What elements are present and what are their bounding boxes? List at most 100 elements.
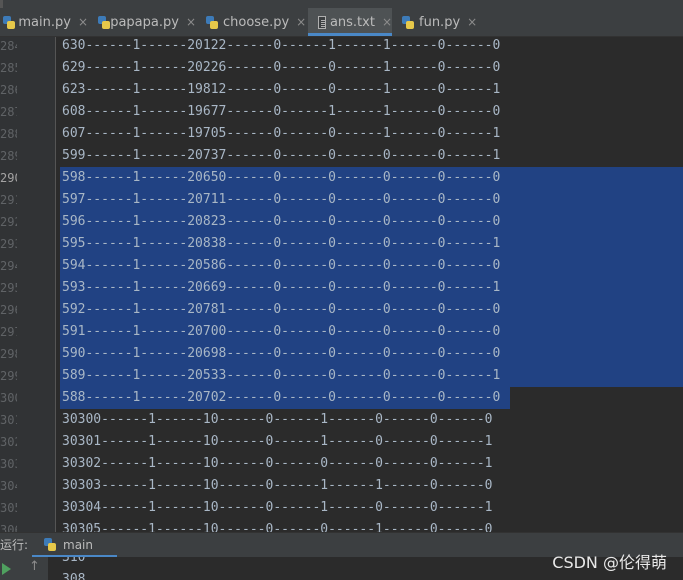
tab-ans-txt[interactable]: ans.txt × [308,8,392,36]
line-text: 599------1------20737------0------0-----… [62,148,501,163]
selected-text-line[interactable]: 299 589------1------20533------0------0--… [0,365,683,387]
line-number: 303 [0,457,17,471]
text-line[interactable]: 303 30302------1------10------0------0---… [0,453,683,475]
text-line[interactable]: 302 30301------1------10------0------1---… [0,431,683,453]
line-text: 30301------1------10------0------1------… [62,434,493,449]
line-text: 594------1------20586------0------0-----… [62,258,501,273]
line-number: 301 [0,413,17,427]
text-line[interactable]: 306 30305------1------10------0------0---… [0,519,683,532]
line-number: 286 [0,83,17,97]
line-number: 285 [0,61,17,75]
tab-main-py[interactable]: main.py × [0,8,88,36]
selected-text-line[interactable]: 296 592------1------20781------0------0--… [0,299,683,321]
text-line[interactable]: 287 608------1------19677------0------1--… [0,101,683,123]
line-text: 596------1------20823------0------0-----… [62,214,501,229]
line-number: 297 [0,325,17,339]
run-label: 运行: [0,538,29,552]
selected-text-line[interactable]: 297 591------1------20700------0------0--… [0,321,683,343]
line-number: 306 [0,523,17,532]
editor-area[interactable]: 284 630------1------20122------0------1--… [0,37,683,532]
text-line[interactable]: 304 30303------1------10------0------1---… [0,475,683,497]
line-text: 30302------1------10------0------0------… [62,456,493,471]
line-text: 30305------1------10------0------0------… [62,522,493,532]
text-line[interactable]: 301 30300------1------10------0------1---… [0,409,683,431]
python-file-icon [3,15,16,29]
selected-text-line[interactable]: 298 590------1------20698------0------0--… [0,343,683,365]
run-console-toolbar: ↑ [0,557,48,580]
csdn-watermark: CSDN @伦得萌 [552,553,667,572]
line-number: 294 [0,259,17,273]
line-number: 302 [0,435,17,449]
selected-text-line[interactable]: 291 597------1------20711------0------0--… [0,189,683,211]
close-tab-icon[interactable]: × [382,15,392,29]
line-number: 299 [0,369,17,383]
console-output-line: 310 [62,557,86,565]
text-line[interactable]: 288 607------1------19705------0------0--… [0,123,683,145]
selected-text-line[interactable]: 290 598------1------20650------0------0--… [0,167,683,189]
tab-label: papapa.py [110,14,179,30]
run-tab-label: main [63,538,93,552]
text-line[interactable]: 289 599------1------20737------0------0--… [0,145,683,167]
text-line[interactable]: 305 30304------1------10------0------1---… [0,497,683,519]
selected-text-line[interactable]: 300 588------1------20702------0------0--… [0,387,683,409]
line-text: 595------1------20838------0------0-----… [62,236,501,251]
line-text: 607------1------19705------0------0-----… [62,126,501,141]
selected-text-line[interactable]: 292 596------1------20823------0------0--… [0,211,683,233]
tab-label: ans.txt [329,14,375,30]
line-text: 608------1------19677------0------1-----… [62,104,501,119]
selected-text-line[interactable]: 295 593------1------20669------0------0--… [0,277,683,299]
line-number: 293 [0,237,17,251]
text-line[interactable]: 284 630------1------20122------0------1--… [0,37,683,57]
line-text: 30304------1------10------0------1------… [62,500,493,515]
python-file-icon [98,15,111,29]
line-text: 597------1------20711------0------0-----… [62,192,501,207]
tab-choose-py[interactable]: choose.py × [196,8,308,36]
close-tab-icon[interactable]: × [296,15,306,29]
tab-label: main.py [18,14,71,30]
line-text: 592------1------20781------0------0-----… [62,302,501,317]
run-tab-main[interactable]: main [32,533,117,557]
close-tab-icon[interactable]: × [78,15,88,29]
line-number: 300 [0,391,17,405]
line-text: 589------1------20533------0------0-----… [62,368,501,383]
text-line[interactable]: 286 623------1------19812------0------0--… [0,79,683,101]
line-number: 295 [0,281,17,295]
console-output-line: 308 [62,572,86,580]
line-number: 290 [0,171,17,185]
line-text: 590------1------20698------0------0-----… [62,346,501,361]
python-run-icon [44,538,58,552]
tab-label: fun.py [419,14,461,30]
python-file-icon [402,15,415,29]
close-tab-icon[interactable]: × [467,15,477,29]
line-number: 288 [0,127,17,141]
line-number: 298 [0,347,17,361]
tab-papapa-py[interactable]: papapa.py × [88,8,196,36]
python-file-icon [206,15,219,29]
line-number: 287 [0,105,17,119]
line-number: 296 [0,303,17,317]
tab-fun-py[interactable]: fun.py × [392,8,482,36]
text-file-icon [318,15,326,29]
close-tab-icon[interactable]: × [186,15,196,29]
editor-tab-bar: main.py × papapa.py × choose.py × ans.txt × fun.… [0,8,683,37]
line-number: 305 [0,501,17,515]
text-line[interactable]: 285 629------1------20226------0------0--… [0,57,683,79]
line-number: 291 [0,193,17,207]
line-text: 598------1------20650------0------0-----… [62,170,501,185]
line-text: 623------1------19812------0------0-----… [62,82,501,97]
window-top-mark [0,0,3,8]
line-number: 292 [0,215,17,229]
line-text: 629------1------20226------0------0-----… [62,60,501,75]
line-text: 30300------1------10------0------1------… [62,412,493,427]
line-text: 630------1------20122------0------1-----… [62,38,501,53]
line-text: 591------1------20700------0------0-----… [62,324,501,339]
line-text: 30303------1------10------0------1------… [62,478,493,493]
selected-text-line[interactable]: 293 595------1------20838------0------0--… [0,233,683,255]
line-number: 304 [0,479,17,493]
tab-label: choose.py [223,14,290,30]
selected-text-line[interactable]: 294 594------1------20586------0------0--… [0,255,683,277]
line-number: 289 [0,149,17,163]
line-text: 588------1------20702------0------0-----… [62,390,501,405]
scroll-up-arrow-icon[interactable]: ↑ [29,559,40,574]
rerun-play-icon[interactable] [2,563,11,575]
